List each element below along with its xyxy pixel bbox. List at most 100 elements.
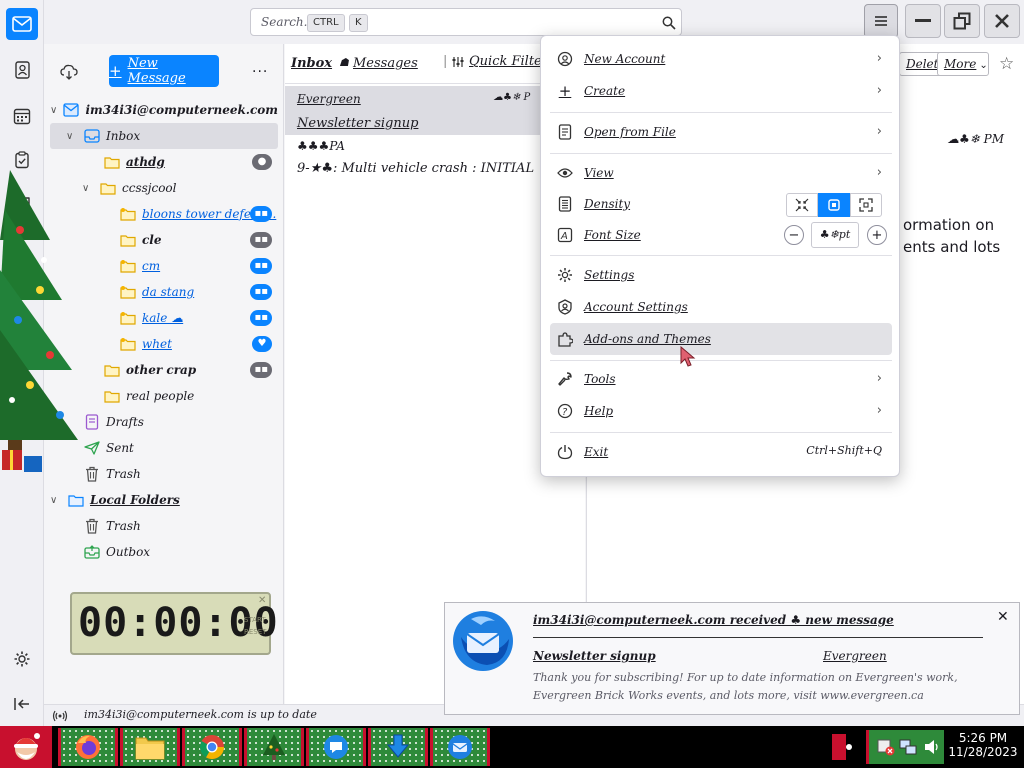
search-icon[interactable] <box>662 16 676 30</box>
close-window-button[interactable] <box>984 4 1020 38</box>
folder-label: other crap <box>126 363 197 377</box>
taskbar-clock[interactable]: 5:26 PM 11/28/2023 <box>944 728 1022 766</box>
folder-athdg[interactable]: athdg ● <box>50 149 278 175</box>
menu-separator <box>550 360 892 361</box>
account-row[interactable]: ∨ im34i3i@computerneek.com <box>50 97 278 123</box>
density-relaxed-button[interactable] <box>850 193 882 217</box>
local-folders-icon <box>68 492 84 508</box>
font-size-value: ♣❄pt <box>811 222 859 248</box>
inbox-icon <box>84 128 100 144</box>
app-menu-popup: New Account › + Create › Open from File … <box>540 35 900 477</box>
unread-badge: ▪▪ <box>250 258 272 274</box>
menu-open-from-file[interactable]: Open from File › <box>550 116 892 148</box>
new-mail-notification[interactable]: im34i3i@computerneek.com received ♣ new … <box>444 602 1020 715</box>
start-button[interactable] <box>0 726 52 768</box>
taskbar-chat-app[interactable] <box>306 728 366 766</box>
taskbar-xmas-app[interactable] <box>244 728 304 766</box>
get-messages-icon[interactable] <box>60 64 78 80</box>
online-status-icon[interactable] <box>52 709 68 723</box>
app-menu-button[interactable] <box>864 4 898 38</box>
density-normal-button[interactable] <box>818 193 850 217</box>
santa-icon <box>14 733 40 760</box>
settings-space-button[interactable] <box>6 643 38 675</box>
folder-local-trash[interactable]: Trash <box>50 513 278 539</box>
close-icon[interactable]: ✕ <box>258 595 266 606</box>
menu-exit[interactable]: Exit Ctrl+Shift+Q <box>550 436 892 468</box>
folder-kale[interactable]: kale ☁ ▪▪ <box>50 305 278 331</box>
menu-separator <box>550 112 892 113</box>
folder-trash[interactable]: Trash <box>50 461 278 487</box>
body-line-2: ents and lots <box>903 238 1001 256</box>
folder-whet[interactable]: whet ♥ <box>50 331 278 357</box>
chevron-down-icon: ∨ <box>50 494 58 506</box>
folder-ccssjcool[interactable]: ∨ ccssjcool <box>50 175 278 201</box>
chrome-icon <box>199 735 224 760</box>
puzzle-icon <box>556 330 574 348</box>
folder-sent[interactable]: Sent <box>50 435 278 461</box>
unread-badge: ● <box>252 154 272 170</box>
minimize-button[interactable] <box>905 4 941 38</box>
folder-icon <box>120 310 136 326</box>
account-settings-icon <box>556 298 574 316</box>
stopwatch-start[interactable]: START <box>244 616 266 624</box>
folder-pane-options-icon[interactable]: ··· <box>252 64 268 80</box>
new-message-button[interactable]: + New Message <box>109 55 219 87</box>
taskbar-file-explorer[interactable] <box>120 728 180 766</box>
folder-da-stang[interactable]: da stang ▪▪ <box>50 279 278 305</box>
quick-filter-button[interactable]: Quick Filter <box>451 54 548 69</box>
address-book-space-button[interactable] <box>6 54 38 86</box>
menu-settings[interactable]: Settings <box>550 259 892 291</box>
star-icon[interactable]: ☆ <box>999 54 1014 74</box>
network-icon[interactable] <box>899 738 917 756</box>
messages-icon: ☗ <box>339 56 349 69</box>
mail-space-button[interactable] <box>6 8 38 40</box>
taskbar-chrome[interactable] <box>182 728 242 766</box>
folder-real-people[interactable]: real people <box>50 383 278 409</box>
collapse-spaces-button[interactable] <box>6 688 38 720</box>
menu-create[interactable]: + Create › <box>550 75 892 107</box>
calendar-space-button[interactable] <box>6 100 38 132</box>
taskbar-firefox[interactable] <box>58 728 118 766</box>
volume-icon[interactable] <box>923 738 941 756</box>
taskbar-thunderbird[interactable] <box>430 728 490 766</box>
menu-label: Exit <box>584 445 609 459</box>
folder-cm[interactable]: cm ▪▪ <box>50 253 278 279</box>
menu-help[interactable]: ? Help › <box>550 395 892 427</box>
security-alert-icon[interactable] <box>877 738 895 756</box>
menu-account-settings[interactable]: Account Settings <box>550 291 892 323</box>
chevron-right-icon: › <box>876 165 882 180</box>
taskbar-download-app[interactable] <box>368 728 428 766</box>
menu-tools[interactable]: Tools › <box>550 363 892 395</box>
menu-view[interactable]: View › <box>550 157 892 189</box>
font-size-decrease-button[interactable]: − <box>784 225 804 245</box>
folder-bloons[interactable]: bloons tower defens... ▪▪ <box>50 201 278 227</box>
show-hidden-icons-dot[interactable] <box>846 744 852 750</box>
restore-button[interactable] <box>944 4 980 38</box>
svg-text:?: ? <box>562 407 568 418</box>
font-size-increase-button[interactable]: + <box>867 225 887 245</box>
folder-outbox[interactable]: Outbox <box>50 539 278 565</box>
folder-cle[interactable]: cle ▪▪ <box>50 227 278 253</box>
folder-other-crap[interactable]: other crap ▪▪ <box>50 357 278 383</box>
menu-addons-themes[interactable]: Add-ons and Themes <box>550 323 892 355</box>
menu-label: Open from File <box>584 125 676 139</box>
unread-badge: ▪▪ <box>250 362 272 378</box>
stopwatch-reset[interactable]: RESET <box>244 628 266 636</box>
density-compact-button[interactable] <box>786 193 818 217</box>
sliders-icon <box>452 56 464 67</box>
folder-label: real people <box>126 389 195 403</box>
notification-body: Thank you for subscribing! For up to dat… <box>533 671 958 702</box>
more-button[interactable]: More ⌄ <box>937 52 989 76</box>
folder-inbox[interactable]: ∨ Inbox <box>50 123 278 149</box>
folder-drafts[interactable]: Drafts <box>50 409 278 435</box>
chevron-down-icon: ∨ <box>50 104 58 116</box>
search-bar[interactable]: Search... CTRL K <box>250 8 682 36</box>
messages-count: Messages <box>353 56 418 71</box>
close-icon[interactable]: ✕ <box>997 609 1009 625</box>
folder-icon <box>135 737 165 760</box>
menu-label: Add-ons and Themes <box>584 332 711 346</box>
local-folders-row[interactable]: ∨ Local Folders <box>50 487 278 513</box>
menu-new-account[interactable]: New Account › <box>550 43 892 75</box>
drafts-icon <box>84 414 100 430</box>
chevron-down-icon: ∨ <box>66 130 74 142</box>
